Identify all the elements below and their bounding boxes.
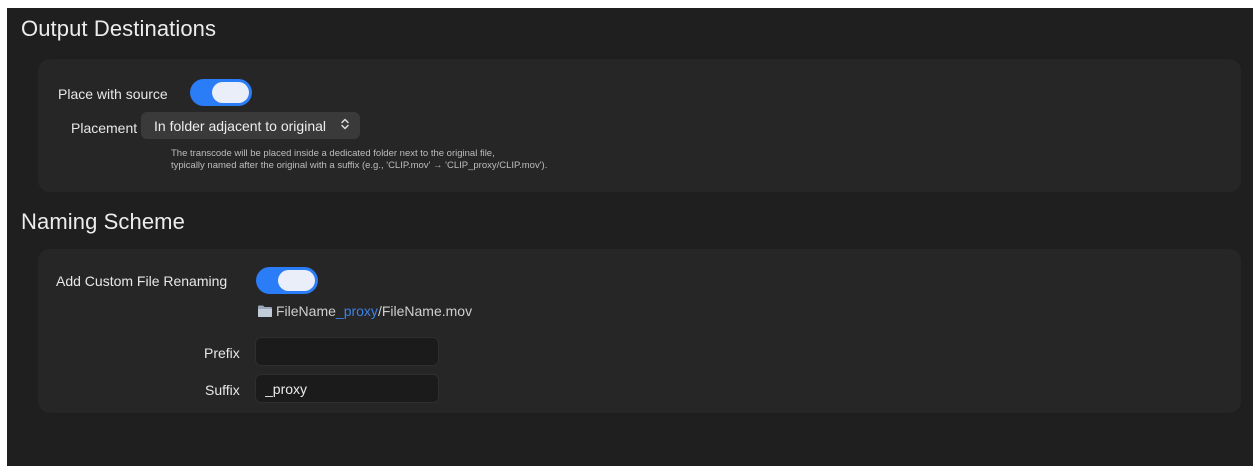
naming-scheme-title: Naming Scheme (21, 209, 185, 234)
placement-label: Placement (71, 120, 138, 136)
settings-window: Output Destinations Place with source Pl… (7, 8, 1253, 466)
place-with-source-label: Place with source (58, 86, 168, 102)
place-with-source-toggle[interactable] (190, 79, 252, 106)
chevron-up-down-icon (340, 118, 350, 133)
placement-description-line2: typically named after the original with … (171, 160, 548, 171)
preview-suffix: _proxy (335, 303, 378, 319)
preview-rest: /FileName.mov (377, 303, 473, 319)
custom-renaming-label: Add Custom File Renaming (56, 273, 228, 289)
filename-preview: FileName _proxy/FileName.mov (257, 303, 472, 319)
output-destinations-title: Output Destinations (21, 16, 217, 41)
prefix-input[interactable] (255, 337, 439, 366)
folder-icon (257, 304, 273, 318)
custom-renaming-toggle[interactable] (256, 267, 318, 294)
toggle-knob (278, 270, 315, 291)
toggle-knob (212, 82, 249, 103)
placement-popup-button[interactable]: In folder adjacent to original (141, 112, 360, 139)
output-destinations-panel: Place with source Placement In folder ad… (38, 59, 1241, 192)
suffix-input[interactable] (255, 374, 439, 403)
naming-scheme-panel: Add Custom File Renaming FileName _proxy /… (38, 249, 1241, 413)
prefix-label: Prefix (204, 345, 240, 361)
placement-value: In folder adjacent to original (154, 117, 326, 134)
suffix-label: Suffix (205, 382, 240, 398)
preview-base: FileName (276, 303, 336, 319)
